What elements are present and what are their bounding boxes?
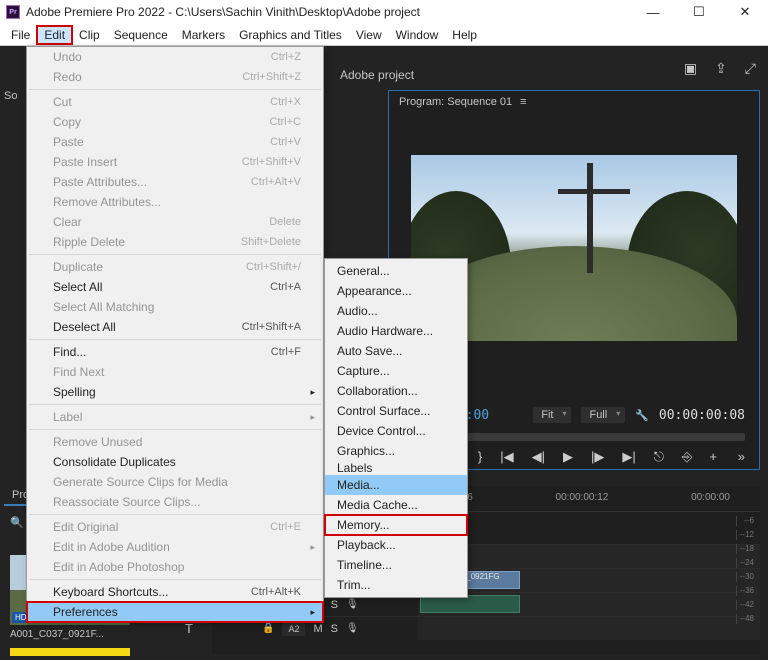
menu-item-label: Label▸	[27, 407, 323, 427]
lock-icon[interactable]: 🔒	[262, 623, 274, 634]
menu-item-paste: PasteCtrl+V	[27, 132, 323, 152]
button-editor-icon[interactable]: +	[709, 449, 717, 464]
menu-graphics-and-titles[interactable]: Graphics and Titles	[232, 26, 349, 44]
menu-item-deselect-all[interactable]: Deselect AllCtrl+Shift+A	[27, 317, 323, 337]
minimize-button[interactable]: —	[630, 0, 676, 24]
prefs-item-general[interactable]: General...	[325, 261, 467, 281]
menu-item-consolidate-duplicates[interactable]: Consolidate Duplicates	[27, 452, 323, 472]
menu-item-remove-attributes: Remove Attributes...	[27, 192, 323, 212]
menu-item-undo: UndoCtrl+Z	[27, 47, 323, 67]
prefs-item-media[interactable]: Media...	[325, 475, 467, 495]
maximize-button[interactable]: ☐	[676, 0, 722, 24]
menu-item-edit-original: Edit OriginalCtrl+E	[27, 517, 323, 537]
audio-meter: --6--12--18--24--30--36--42--48	[736, 516, 756, 650]
settings-icon[interactable]: 🔧	[635, 409, 649, 422]
more-icon[interactable]: »	[738, 449, 745, 464]
app-icon: Pr	[6, 5, 20, 19]
menu-markers[interactable]: Markers	[175, 26, 232, 44]
menu-item-reassociate-source-clips: Reassociate Source Clips...	[27, 492, 323, 512]
prefs-item-audio-hardware[interactable]: Audio Hardware...	[325, 321, 467, 341]
close-button[interactable]: ✕	[722, 0, 768, 24]
prefs-item-control-surface[interactable]: Control Surface...	[325, 401, 467, 421]
menu-item-duplicate: DuplicateCtrl+Shift+/	[27, 257, 323, 277]
track-label[interactable]: A2	[282, 622, 305, 636]
menu-item-edit-in-adobe-audition: Edit in Adobe Audition▸	[27, 537, 323, 557]
window-title: Adobe Premiere Pro 2022 - C:\Users\Sachi…	[26, 5, 420, 19]
go-to-in-icon[interactable]: |◀	[500, 449, 513, 465]
share-icon[interactable]: ⇪	[715, 60, 727, 77]
clip-usage-bar	[10, 648, 130, 656]
solo-button[interactable]: S	[331, 623, 338, 635]
menu-item-paste-attributes: Paste Attributes...Ctrl+Alt+V	[27, 172, 323, 192]
solo-button[interactable]: S	[331, 599, 338, 611]
panel-menu-icon[interactable]: ≡	[520, 96, 526, 108]
prefs-item-capture[interactable]: Capture...	[325, 361, 467, 381]
go-to-out-icon[interactable]: ▶|	[622, 449, 635, 465]
menu-item-select-all[interactable]: Select AllCtrl+A	[27, 277, 323, 297]
prefs-item-auto-save[interactable]: Auto Save...	[325, 341, 467, 361]
prefs-item-appearance[interactable]: Appearance...	[325, 281, 467, 301]
extract-icon[interactable]: ⎆	[682, 449, 692, 465]
menu-item-spelling[interactable]: Spelling▸	[27, 382, 323, 402]
menu-edit[interactable]: Edit	[37, 26, 72, 44]
menu-item-ripple-delete: Ripple DeleteShift+Delete	[27, 232, 323, 252]
menu-sequence[interactable]: Sequence	[107, 26, 175, 44]
menu-item-find-next: Find Next	[27, 362, 323, 382]
prefs-item-device-control[interactable]: Device Control...	[325, 421, 467, 441]
prefs-item-audio[interactable]: Audio...	[325, 301, 467, 321]
menu-item-find[interactable]: Find...Ctrl+F	[27, 342, 323, 362]
edit-menu-dropdown: UndoCtrl+ZRedoCtrl+Shift+Z CutCtrl+XCopyC…	[26, 46, 324, 623]
zoom-fit-dropdown[interactable]: Fit	[533, 407, 571, 423]
lift-icon[interactable]: ⎋	[654, 449, 664, 465]
resolution-dropdown[interactable]: Full	[581, 407, 625, 423]
play-icon[interactable]: ▶	[563, 449, 573, 465]
source-panel-tab[interactable]: So	[4, 90, 17, 102]
prefs-item-timeline[interactable]: Timeline...	[325, 555, 467, 575]
chevron-right-icon: ▸	[310, 542, 315, 553]
menu-item-clear: ClearDelete	[27, 212, 323, 232]
voice-icon[interactable]: 🎙	[346, 623, 359, 634]
menu-view[interactable]: View	[349, 26, 389, 44]
fullscreen-icon[interactable]: ⤢	[745, 60, 756, 77]
menu-item-keyboard-shortcuts[interactable]: Keyboard Shortcuts...Ctrl+Alt+K	[27, 582, 323, 602]
mark-out-icon[interactable]: }	[478, 449, 482, 465]
prefs-item-graphics[interactable]: Graphics...	[325, 441, 467, 461]
type-tool-icon[interactable]: T	[185, 621, 193, 636]
menu-item-cut: CutCtrl+X	[27, 92, 323, 112]
menu-file[interactable]: File	[4, 26, 37, 44]
menu-item-generate-source-clips-for-media: Generate Source Clips for Media	[27, 472, 323, 492]
clip-name-label[interactable]: A001_C037_0921F...	[10, 629, 168, 640]
prefs-item-collaboration[interactable]: Collaboration...	[325, 381, 467, 401]
chevron-right-icon: ▸	[310, 387, 315, 398]
menu-item-preferences[interactable]: Preferences▸	[27, 602, 323, 622]
chevron-right-icon: ▸	[310, 607, 315, 618]
step-back-icon[interactable]: ◀|	[532, 449, 545, 465]
menu-item-redo: RedoCtrl+Shift+Z	[27, 67, 323, 87]
menu-clip[interactable]: Clip	[72, 26, 107, 44]
prefs-item-labels[interactable]: Labels	[325, 461, 467, 475]
menu-item-edit-in-adobe-photoshop: Edit in Adobe Photoshop	[27, 557, 323, 577]
prefs-item-memory[interactable]: Memory...	[325, 515, 467, 535]
menu-item-remove-unused: Remove Unused	[27, 432, 323, 452]
menu-item-select-all-matching: Select All Matching	[27, 297, 323, 317]
duration-timecode: 00:00:00:08	[659, 408, 745, 423]
program-title: Program: Sequence 01	[399, 96, 512, 108]
preferences-submenu: General...Appearance...Audio...Audio Har…	[324, 258, 468, 598]
prefs-item-trim[interactable]: Trim...	[325, 575, 467, 595]
step-fwd-icon[interactable]: |▶	[591, 449, 604, 465]
title-bar: Pr Adobe Premiere Pro 2022 - C:\Users\Sa…	[0, 0, 768, 24]
prefs-item-playback[interactable]: Playback...	[325, 535, 467, 555]
prefs-item-media-cache[interactable]: Media Cache...	[325, 495, 467, 515]
menu-window[interactable]: Window	[389, 26, 446, 44]
chevron-right-icon: ▸	[310, 412, 315, 423]
mute-button[interactable]: M	[313, 623, 322, 635]
menu-help[interactable]: Help	[445, 26, 484, 44]
export-frame-icon[interactable]: ▣	[684, 60, 697, 77]
menu-bar: FileEditClipSequenceMarkersGraphics and …	[0, 24, 768, 46]
voice-icon[interactable]: 🎙	[346, 599, 359, 610]
menu-item-paste-insert: Paste InsertCtrl+Shift+V	[27, 152, 323, 172]
menu-item-copy: CopyCtrl+C	[27, 112, 323, 132]
